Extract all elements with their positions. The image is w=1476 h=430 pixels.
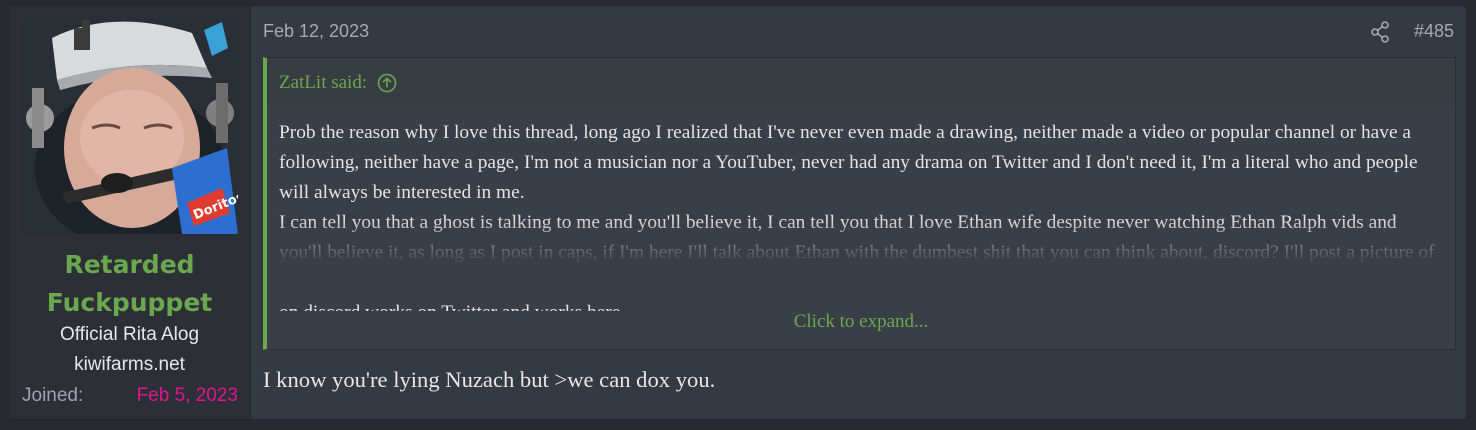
- quote-paragraph-1: Prob the reason why I love this thread, …: [279, 122, 1418, 203]
- user-title: Official Rita Alog: [59, 324, 200, 345]
- username[interactable]: Retarded Fuckpuppet: [9, 246, 250, 322]
- user-banner: kiwifarms.net: [74, 354, 185, 375]
- username-line-2: Fuckpuppet: [46, 288, 213, 317]
- post-reply-text: I know you're lying Nuzach but >we can d…: [263, 367, 716, 392]
- share-icon[interactable]: [1370, 21, 1390, 43]
- quote-author: ZatLit said:: [279, 72, 368, 93]
- arrow-up-circle-icon[interactable]: [377, 73, 397, 93]
- joined-date: Feb 5, 2023: [136, 385, 238, 406]
- quote-fade-overlay: [267, 218, 1455, 301]
- joined-row: Joined: Feb 5, 2023: [22, 385, 238, 407]
- post-number-link[interactable]: #485: [1414, 21, 1454, 42]
- user-info-panel: Doritos Retarded Fuckpuppet Official Rit…: [9, 6, 251, 419]
- post-content: Feb 12, 2023 #485 ZatLit said: Prob the …: [251, 6, 1466, 419]
- joined-label: Joined:: [22, 385, 84, 406]
- avatar-image: Doritos: [22, 18, 238, 234]
- username-line-1: Retarded: [64, 250, 195, 279]
- click-to-expand-link[interactable]: Click to expand...: [267, 311, 1455, 333]
- forum-post: Doritos Retarded Fuckpuppet Official Rit…: [8, 5, 1467, 420]
- post-date-link[interactable]: Feb 12, 2023: [263, 21, 369, 42]
- quote-block: ZatLit said: Prob the reason why I love …: [263, 57, 1456, 350]
- user-avatar[interactable]: Doritos: [22, 18, 238, 234]
- quote-header[interactable]: ZatLit said:: [267, 58, 1455, 108]
